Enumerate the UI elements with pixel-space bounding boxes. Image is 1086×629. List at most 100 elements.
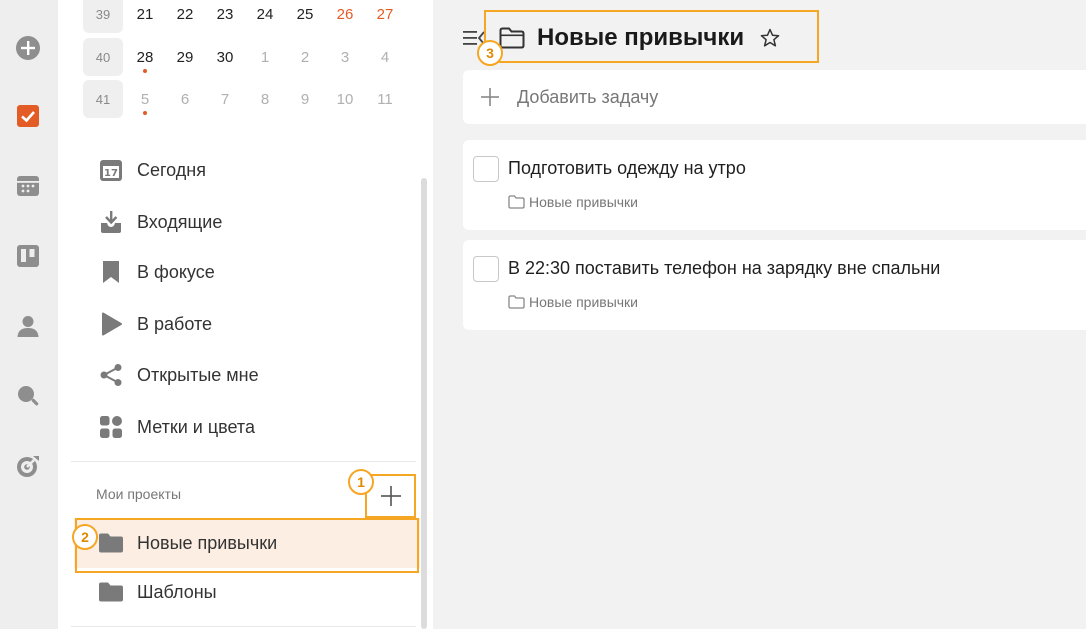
project-header: Новые привычки bbox=[463, 18, 780, 58]
calendar-day[interactable]: 5 bbox=[125, 80, 165, 118]
calendar-day-number: 25 bbox=[296, 5, 314, 23]
project-item-label: Новые привычки bbox=[137, 532, 278, 553]
share-icon bbox=[98, 362, 124, 388]
calendar-day[interactable]: 11 bbox=[365, 80, 405, 118]
folder-icon bbox=[98, 530, 124, 556]
tasks-checkbox-icon[interactable] bbox=[15, 103, 41, 129]
calendar-day-number: 6 bbox=[180, 90, 190, 108]
calendar-day[interactable]: 26 bbox=[325, 0, 365, 33]
calendar-day-number: 2 bbox=[300, 48, 310, 66]
calendar-day-number: 28 bbox=[136, 48, 154, 66]
project-item[interactable]: Новые привычки bbox=[74, 518, 420, 568]
main-panel: Новые привычки Добавить задачу Подготови… bbox=[433, 0, 1086, 629]
calendar-icon[interactable] bbox=[15, 173, 41, 199]
plus-icon bbox=[381, 486, 401, 506]
calendar-day[interactable]: 29 bbox=[165, 38, 205, 76]
calendar-day-number: 11 bbox=[377, 90, 393, 108]
nav-item[interactable]: В фокусе bbox=[98, 252, 215, 292]
folder-outline-icon bbox=[499, 27, 525, 49]
annotation-badge-1: 1 bbox=[348, 469, 374, 495]
folder-outline-icon bbox=[508, 295, 525, 309]
calendar-day[interactable]: 1 bbox=[245, 38, 285, 76]
nav-item[interactable]: Метки и цвета bbox=[98, 407, 255, 447]
calendar-day[interactable]: 24 bbox=[245, 0, 285, 33]
calendar-day-number: 27 bbox=[376, 5, 394, 23]
calendar-day-number: 29 bbox=[176, 48, 194, 66]
projects-section-label: Мои проекты bbox=[96, 486, 182, 502]
calendar-day[interactable]: 2 bbox=[285, 38, 325, 76]
sidebar: 39 21 22 23 24 25 26 27 40 28 29 30 1 2 3 4 41 5 6 7 8 9 10 11 … bbox=[58, 0, 433, 629]
calendar-day-number: 8 bbox=[260, 90, 270, 108]
task-card[interactable]: Подготовить одежду на утро Новые привычки bbox=[463, 140, 1086, 230]
calendar-day-number: 24 bbox=[256, 5, 274, 23]
week-number: 41 bbox=[83, 80, 123, 118]
calendar-day[interactable]: 21 bbox=[125, 0, 165, 33]
project-item-label: Шаблоны bbox=[137, 581, 217, 602]
annotation-badge-3: 3 bbox=[477, 40, 503, 66]
nav-item[interactable]: Входящие bbox=[98, 202, 222, 242]
project-item[interactable]: Шаблоны bbox=[74, 567, 420, 617]
person-icon[interactable] bbox=[15, 313, 41, 339]
calendar-day[interactable]: 25 bbox=[285, 0, 325, 33]
nav-item[interactable]: Открытые мне bbox=[98, 355, 259, 395]
divider bbox=[71, 626, 416, 627]
nav-item[interactable]: В работе bbox=[98, 304, 212, 344]
app-rail bbox=[0, 0, 58, 629]
calendar-week-row: 39 21 22 23 24 25 26 27 bbox=[83, 0, 413, 33]
task-project: Новые привычки bbox=[508, 194, 638, 210]
nav-item[interactable]: 17 Сегодня bbox=[98, 150, 206, 190]
folder-icon bbox=[98, 579, 124, 605]
nav-item-label: Открытые мне bbox=[137, 364, 259, 385]
task-checkbox[interactable] bbox=[473, 256, 499, 282]
star-icon[interactable] bbox=[760, 28, 780, 48]
calendar-week-row: 40 28 29 30 1 2 3 4 bbox=[83, 38, 413, 76]
nav-item-label: Метки и цвета bbox=[137, 416, 255, 437]
calendar-day-number: 30 bbox=[216, 48, 234, 66]
task-project-label: Новые привычки bbox=[529, 294, 638, 310]
play-icon bbox=[98, 311, 124, 337]
task-title: В 22:30 поставить телефон на зарядку вне… bbox=[508, 258, 941, 278]
target-icon[interactable] bbox=[15, 453, 41, 479]
week-number: 39 bbox=[83, 0, 123, 33]
calendar-day[interactable]: 23 bbox=[205, 0, 245, 33]
calendar-day-number: 4 bbox=[380, 48, 390, 66]
task-title: Подготовить одежду на утро bbox=[508, 158, 746, 178]
board-icon[interactable] bbox=[15, 243, 41, 269]
search-icon[interactable] bbox=[15, 383, 41, 409]
calendar-day-number: 26 bbox=[336, 5, 354, 23]
nav-item-label: Входящие bbox=[137, 211, 223, 232]
tags-grid-icon bbox=[98, 414, 124, 440]
nav-item-label: В работе bbox=[137, 313, 213, 334]
svg-text:17: 17 bbox=[104, 168, 118, 179]
calendar-day[interactable]: 6 bbox=[165, 80, 205, 118]
calendar-day[interactable]: 3 bbox=[325, 38, 365, 76]
calendar-day[interactable]: 28 bbox=[125, 38, 165, 76]
calendar-day[interactable]: 8 bbox=[245, 80, 285, 118]
event-dot bbox=[143, 111, 147, 115]
task-card[interactable]: В 22:30 поставить телефон на зарядку вне… bbox=[463, 240, 1086, 330]
week-number: 40 bbox=[83, 38, 123, 76]
calendar-day[interactable]: 9 bbox=[285, 80, 325, 118]
add-task-button[interactable]: Добавить задачу bbox=[463, 70, 1086, 124]
calendar-week-row: 41 5 6 7 8 9 10 11 bbox=[83, 80, 413, 118]
sidebar-scrollbar[interactable] bbox=[421, 178, 427, 629]
calendar-day[interactable]: 30 bbox=[205, 38, 245, 76]
task-project-label: Новые привычки bbox=[529, 194, 638, 210]
bookmark-icon bbox=[98, 259, 124, 285]
calendar-day[interactable]: 27 bbox=[365, 0, 405, 33]
calendar-day-number: 22 bbox=[176, 5, 194, 23]
event-dot bbox=[143, 69, 147, 73]
task-checkbox[interactable] bbox=[473, 156, 499, 182]
add-task-label: Добавить задачу bbox=[517, 86, 659, 107]
calendar-day-number: 3 bbox=[340, 48, 350, 66]
plus-icon bbox=[481, 88, 499, 106]
calendar-day-number: 23 bbox=[216, 5, 234, 23]
calendar-day[interactable]: 22 bbox=[165, 0, 205, 33]
calendar-day[interactable]: 4 bbox=[365, 38, 405, 76]
calendar-day[interactable]: 10 bbox=[325, 80, 365, 118]
calendar-today-icon: 17 bbox=[98, 157, 124, 183]
calendar-day[interactable]: 7 bbox=[205, 80, 245, 118]
calendar-day-number: 10 bbox=[336, 90, 354, 108]
folder-outline-icon bbox=[508, 195, 525, 209]
add-circle-icon[interactable] bbox=[15, 35, 41, 61]
